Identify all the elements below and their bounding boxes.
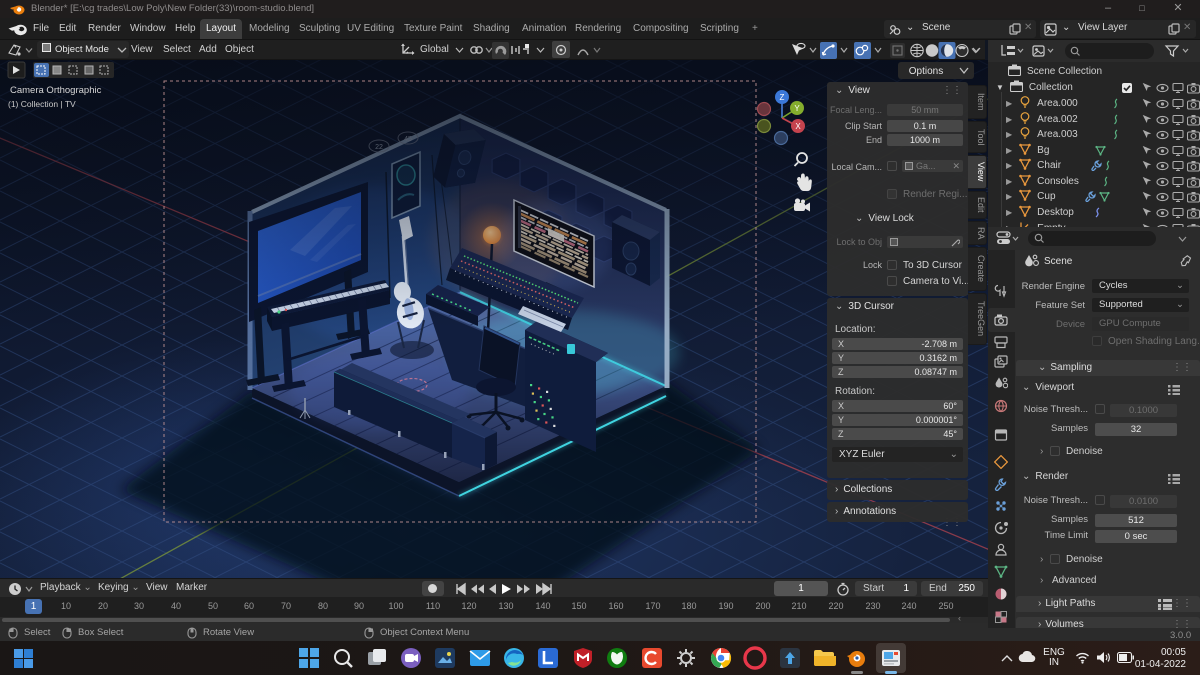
svg-text:Options: Options bbox=[909, 66, 943, 77]
svg-text:Y: Y bbox=[794, 104, 800, 113]
svg-text:X: X bbox=[795, 122, 801, 131]
svg-text:Camera Orthographic: Camera Orthographic bbox=[10, 85, 102, 96]
svg-text:Z: Z bbox=[780, 93, 785, 102]
svg-text:(1) Collection | TV: (1) Collection | TV bbox=[8, 99, 76, 109]
